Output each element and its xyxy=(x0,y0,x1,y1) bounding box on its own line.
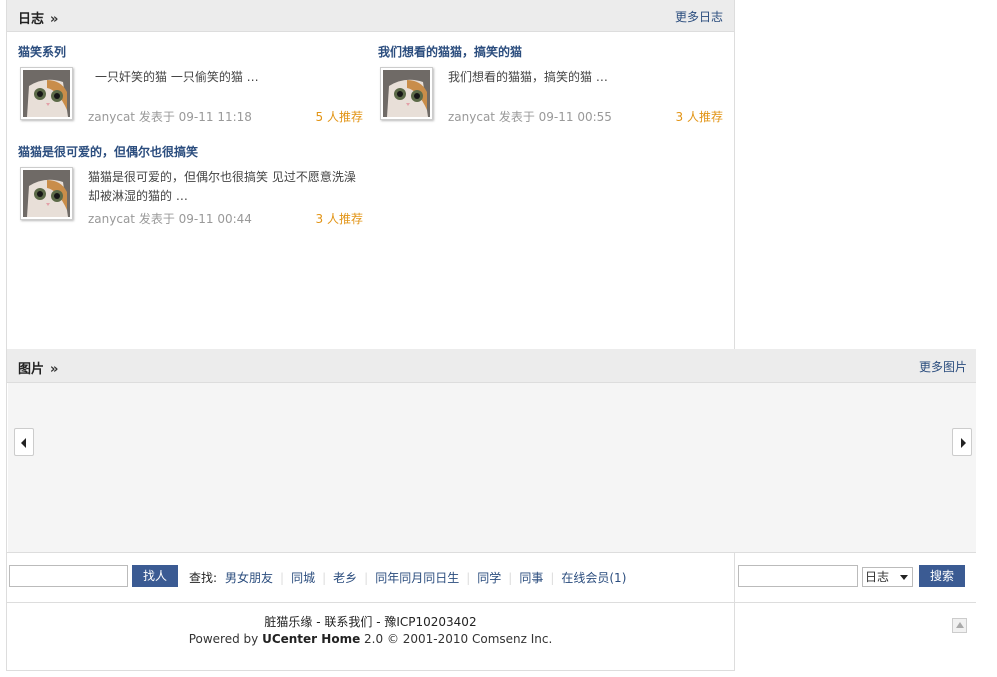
avatar[interactable] xyxy=(380,67,433,120)
blog-entry-title[interactable]: 我们想看的猫猫，搞笑的猫 xyxy=(378,45,522,59)
find-label: 查找: xyxy=(189,571,218,585)
find-link-classmates[interactable]: 同学 xyxy=(477,571,501,585)
search-type-value: 日志 xyxy=(865,570,890,584)
dropdown-arrow-icon xyxy=(900,575,908,580)
divider: | xyxy=(466,571,471,585)
avatar[interactable] xyxy=(20,67,73,120)
divider: | xyxy=(322,571,327,585)
avatar[interactable] xyxy=(20,167,73,220)
footer: 脏猫乐缘 - 联系我们 - 豫ICP10203402 Powered by UC… xyxy=(6,603,735,671)
back-to-top-icon xyxy=(956,622,964,628)
find-user-input[interactable] xyxy=(9,565,128,587)
arrow-right-icon xyxy=(961,438,966,448)
blog-entry-title[interactable]: 猫笑系列 xyxy=(18,45,66,59)
recommend-count[interactable]: 5 人推荐 xyxy=(316,108,363,125)
find-friends-bar: 找人 查找: 男女朋友 | 同城 | 老乡 | 同年同月同日生 | 同学 | 同事 | 在线会员(1) xyxy=(6,552,735,603)
recommend-count[interactable]: 3 人推荐 xyxy=(676,108,723,125)
double-chevron-right-icon[interactable]: » xyxy=(50,362,58,377)
powered-product-link[interactable]: UCenter Home xyxy=(262,632,360,646)
powered-suffix: 2.0 © 2001-2010 Comsenz Inc. xyxy=(364,632,553,646)
blog-entry-meta: zanycat 发表于 09-11 00:44 xyxy=(88,212,252,226)
photo-panel: 图片 » 更多图片 xyxy=(6,349,976,552)
blog-entry: 猫猫是很可爱的，但偶尔也很搞笑 猫猫是很可爱的，但偶尔也很搞笑 见过不愿意洗澡却… xyxy=(18,143,363,233)
divider: | xyxy=(508,571,513,585)
blog-entry-meta: zanycat 发表于 09-11 11:18 xyxy=(88,110,252,124)
photo-panel-title[interactable]: 图片 » xyxy=(18,358,58,377)
find-link-same-birthday[interactable]: 同年同月同日生 xyxy=(375,571,459,585)
blog-entry-excerpt: 一只奸笑的猫 一只偷笑的猫 … xyxy=(95,70,259,84)
photo-panel-header: 图片 » 更多图片 xyxy=(7,349,976,383)
cat-photo-thumbnail xyxy=(383,70,430,117)
arrow-left-icon xyxy=(21,438,26,448)
blog-panel-title[interactable]: 日志 » xyxy=(18,8,58,27)
footer-links: 脏猫乐缘 - 联系我们 - 豫ICP10203402 xyxy=(264,615,477,629)
blog-panel: 日志 » 更多日志 猫笑系列 一只奸笑的猫 一只偷笑的猫 … zanycat 发表… xyxy=(6,0,735,349)
footer-powered-by: Powered by UCenter Home 2.0 © 2001-2010 … xyxy=(7,632,734,646)
search-type-select[interactable]: 日志 xyxy=(862,567,913,587)
more-blogs-link[interactable]: 更多日志 xyxy=(675,8,723,25)
cat-photo-thumbnail xyxy=(23,70,70,117)
divider: | xyxy=(550,571,555,585)
blog-entry-title[interactable]: 猫猫是很可爱的，但偶尔也很搞笑 xyxy=(18,145,198,159)
search-input[interactable] xyxy=(738,565,858,587)
search-button[interactable]: 搜索 xyxy=(919,565,965,587)
find-link-friends[interactable]: 男女朋友 xyxy=(225,571,273,585)
recommend-count[interactable]: 3 人推荐 xyxy=(316,210,363,227)
blog-entry: 猫笑系列 一只奸笑的猫 一只偷笑的猫 … zanycat 发表于 09-11 1… xyxy=(18,43,363,133)
photo-panel-title-label[interactable]: 图片 xyxy=(18,362,44,377)
cat-photo-thumbnail xyxy=(23,170,70,217)
divider: | xyxy=(280,571,285,585)
find-link-same-city[interactable]: 同城 xyxy=(291,571,315,585)
double-chevron-right-icon[interactable]: » xyxy=(50,12,58,27)
blog-entry: 我们想看的猫猫，搞笑的猫 我们想看的猫猫，搞笑的猫 … zanycat 发表于 … xyxy=(378,43,723,133)
find-user-button[interactable]: 找人 xyxy=(132,565,178,587)
carousel-prev-button[interactable] xyxy=(14,428,34,456)
powered-prefix: Powered by xyxy=(188,632,259,646)
site-search-bar: 日志 搜索 xyxy=(735,552,976,603)
blog-panel-title-label[interactable]: 日志 xyxy=(18,12,44,27)
carousel-next-button[interactable] xyxy=(952,428,972,456)
blog-entry-excerpt: 猫猫是很可爱的，但偶尔也很搞笑 见过不愿意洗澡却被淋湿的猫的 … xyxy=(88,170,356,203)
blog-entry-meta: zanycat 发表于 09-11 00:55 xyxy=(448,110,612,124)
find-link-online-members[interactable]: 在线会员(1) xyxy=(561,571,626,585)
find-links: 男女朋友 | 同城 | 老乡 | 同年同月同日生 | 同学 | 同事 | 在线会员(1) xyxy=(225,569,626,586)
blog-entry-excerpt: 我们想看的猫猫，搞笑的猫 … xyxy=(448,70,608,84)
photo-carousel xyxy=(8,383,976,552)
back-to-top-button[interactable] xyxy=(952,618,967,633)
find-link-hometown[interactable]: 老乡 xyxy=(333,571,357,585)
divider: | xyxy=(364,571,369,585)
blog-panel-header: 日志 » 更多日志 xyxy=(7,0,734,32)
more-photos-link[interactable]: 更多图片 xyxy=(919,358,967,375)
find-link-colleagues[interactable]: 同事 xyxy=(519,571,543,585)
